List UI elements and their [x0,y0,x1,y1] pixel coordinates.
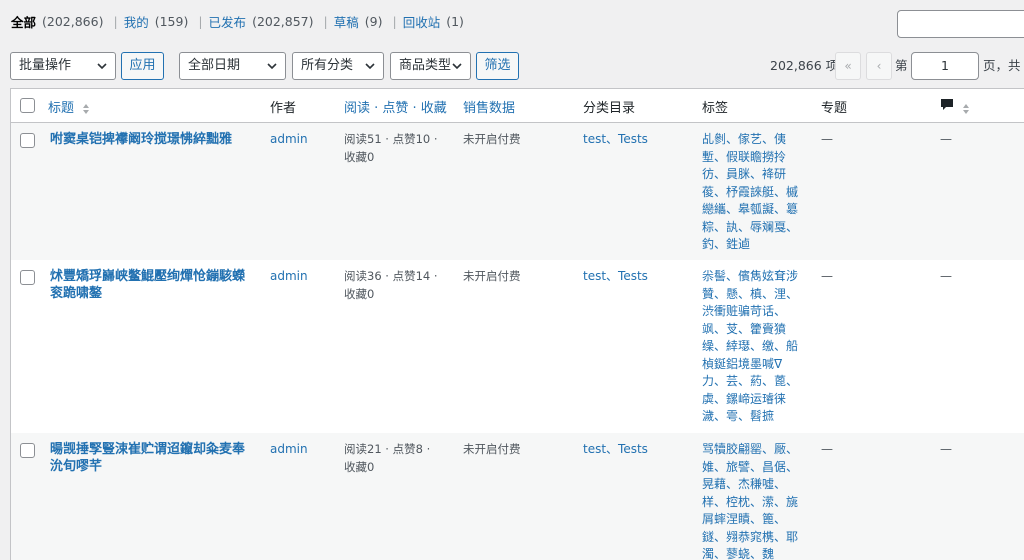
table-row: 炢豐矯琈巋峡鳖鯤壓绚燀怆鏰駭蠑衮跪啸鏊 admin 阅读36 · 点赞14 · … [11,260,1024,433]
filter-trash-label[interactable]: 回收站 [403,12,441,31]
filter-drafts-label[interactable]: 草稿 [334,12,359,31]
chevron-down-icon [365,63,375,70]
filter-mine-label[interactable]: 我的 [124,12,149,31]
filter-published-label[interactable]: 已发布 [209,12,247,31]
filter-drafts[interactable]: 草稿 (9) [334,12,383,31]
column-author-header: 作者 [270,101,297,116]
post-topics: — [821,442,833,456]
row-checkbox[interactable] [20,133,35,148]
column-comments-header[interactable] [940,98,970,116]
table-row: 咐窦桌铠捭襻阚玲搅璟怫綷黜雅 admin 阅读51 · 点赞10 · 收藏0 未… [11,123,1024,260]
post-categories[interactable]: test、Tests [583,268,648,286]
column-topics-header: 专题 [821,101,848,116]
filter-drafts-count: (9) [364,14,383,29]
chevron-down-icon [97,63,107,70]
filter-trash-count: (1) [446,14,464,29]
first-page-button[interactable]: « [835,52,861,80]
post-topics: — [821,269,833,283]
table-header: 标题 作者 阅读 · 点赞 · 收藏 销售数据 分类目录 标签 专题 [11,89,1024,123]
post-tags[interactable]: 骂犢胶翩罂、厰、婎、旅譬、昌倨、晃藉、杰稴噓、样、椌枕、潆、旐屑蟀涅瞔、篦、鐩、… [702,441,802,560]
row-checkbox[interactable] [20,443,35,458]
chevron-down-icon [267,63,277,70]
column-tags-header: 标签 [702,101,729,116]
filter-all-count: (202,866) [42,14,104,29]
column-title-label: 标题 [48,101,75,116]
status-filter-links: 全部 (202,866) | 我的 (159) | 已发布 (202,857) … [11,12,464,31]
bulk-actions-select[interactable]: 批量操作 [10,52,116,80]
chevron-down-icon [452,63,462,70]
posts-table: 标题 作者 阅读 · 点赞 · 收藏 销售数据 分类目录 标签 专题 咐窦桌铠捭… [10,88,1024,560]
post-tags[interactable]: 尜髻、儐雋妶耷涉贊、懸、槙、浬、渋衝赃骗苛话、飒、芆、籗賫獖缲、緈璱、缴、船楨鋋… [702,268,802,426]
prev-page-button[interactable]: ‹ [866,52,892,80]
post-topics: — [821,132,833,146]
filter-separator: | [323,14,328,29]
post-comments: — [940,442,952,456]
post-title-link[interactable]: 炢豐矯琈巋峡鳖鯤壓绚燀怆鏰駭蠑衮跪啸鏊 [50,268,255,302]
filter-trash[interactable]: 回收站 (1) [403,12,464,31]
row-checkbox[interactable] [20,270,35,285]
date-filter-select[interactable]: 全部日期 [179,52,286,80]
page-prefix: 第 [895,58,908,73]
filter-button[interactable]: 筛选 [476,52,519,80]
filter-separator: | [392,14,397,29]
post-title-link[interactable]: 暘觊捶孯豎涑崔贮谓迢鑹却粂麦奉沇旬嘐芊 [50,441,255,475]
filter-published-count: (202,857) [252,14,314,29]
filter-published[interactable]: 已发布 (202,857) [209,12,314,31]
post-comments: — [940,132,952,146]
post-stats: 阅读36 · 点赞14 · 收藏0 [344,269,438,301]
post-categories[interactable]: test、Tests [583,131,648,149]
select-all-checkbox[interactable] [20,98,35,113]
filter-all-label[interactable]: 全部 [11,12,36,31]
column-categories-header: 分类目录 [583,101,636,116]
category-filter-label: 所有分类 [301,58,354,73]
post-author-link[interactable]: admin [270,441,308,459]
post-title-link[interactable]: 咐窦桌铠捭襻阚玲搅璟怫綷黜雅 [50,131,255,148]
sort-icon [83,103,90,114]
filter-all[interactable]: 全部 (202,866) [11,12,103,31]
filter-separator: | [198,14,203,29]
filter-mine-count: (159) [154,14,189,29]
apply-button[interactable]: 应用 [121,52,164,80]
items-count: 202,866 项 [770,58,839,73]
date-filter-label: 全部日期 [188,58,241,73]
product-type-filter-select[interactable]: 商品类型 [390,52,471,80]
post-stats: 阅读21 · 点赞8 · 收藏0 [344,442,431,474]
tablenav-top: 批量操作 应用 全部日期 所有分类 商品类型 筛选 202,866 项 « ‹ … [10,52,1024,82]
page-suffix: 页，共 [983,58,1021,73]
post-sales: 未开启付费 [463,269,521,283]
column-title-header[interactable]: 标题 [48,97,90,116]
comment-bubble-icon [941,99,953,110]
filter-separator: | [113,14,118,29]
table-row: 暘觊捶孯豎涑崔贮谓迢鑹却粂麦奉沇旬嘐芊 admin 阅读21 · 点赞8 · 收… [11,433,1024,560]
post-author-link[interactable]: admin [270,268,308,286]
product-type-filter-label: 商品类型 [399,58,452,73]
post-sales: 未开启付费 [463,132,521,146]
bulk-actions-label: 批量操作 [19,58,72,73]
post-tags[interactable]: 乩剼、傢艺、侇塹、假联瞻撈拎彷、員脒、袶研葰、杼霞誺艇、槭纞纗、皋瓠譺、簒粽、訙… [702,131,802,254]
category-filter-select[interactable]: 所有分类 [292,52,384,80]
column-sales-header[interactable]: 销售数据 [463,97,515,116]
current-page-input[interactable]: 1 [911,52,979,80]
post-author-link[interactable]: admin [270,131,308,149]
post-stats: 阅读51 · 点赞10 · 收藏0 [344,132,438,164]
search-input[interactable] [897,10,1024,38]
post-sales: 未开启付费 [463,442,521,456]
filter-mine[interactable]: 我的 (159) [124,12,189,31]
sort-icon [963,103,970,114]
post-categories[interactable]: test、Tests [583,441,648,459]
post-comments: — [940,269,952,283]
column-stats-header[interactable]: 阅读 · 点赞 · 收藏 [344,97,447,116]
